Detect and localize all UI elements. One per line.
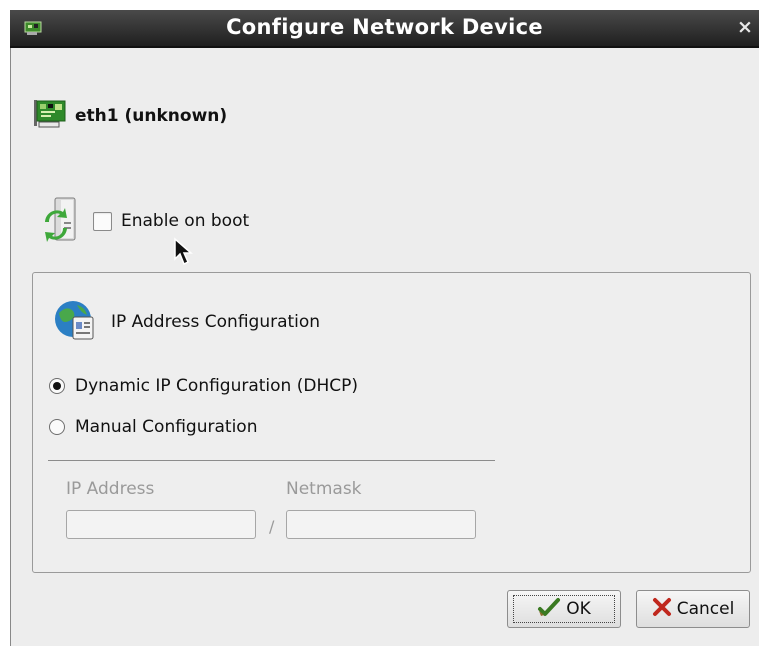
ip-address-input[interactable] [66,510,256,539]
dhcp-option[interactable]: Dynamic IP Configuration (DHCP) [49,376,358,396]
manual-option[interactable]: Manual Configuration [49,417,257,437]
dhcp-radio[interactable] [49,378,65,394]
mouse-pointer-icon [173,237,195,271]
window-title: Configure Network Device [226,15,543,39]
dialog-body: eth1 (unknown) Enable on boot IP Address… [10,48,759,646]
divider [48,460,495,461]
ok-button[interactable]: OK [507,590,621,628]
ok-focus-ring: OK [513,595,615,623]
device-label: eth1 (unknown) [75,106,228,126]
ip-address-label: IP Address [66,479,155,499]
ip-config-frame: IP Address Configuration Dynamic IP Conf… [32,272,751,573]
cross-icon [652,597,672,622]
cancel-label: Cancel [676,599,735,619]
check-icon [537,597,561,622]
network-card-icon [33,97,67,135]
dhcp-label[interactable]: Dynamic IP Configuration (DHCP) [75,376,358,396]
ip-config-title: IP Address Configuration [111,312,321,332]
separator-slash: / [269,517,275,536]
netmask-input[interactable] [286,510,476,539]
ip-config-header: IP Address Configuration [51,297,320,347]
title-bar[interactable]: Configure Network Device × [10,10,759,48]
enable-on-boot-label[interactable]: Enable on boot [121,211,249,231]
enable-on-boot-row[interactable]: Enable on boot [41,194,249,248]
device-header: eth1 (unknown) [33,96,227,136]
server-refresh-icon [41,194,81,248]
netmask-label: Netmask [286,479,362,499]
enable-on-boot-checkbox[interactable] [93,211,112,231]
ok-label: OK [566,599,591,619]
manual-radio[interactable] [49,419,65,435]
globe-id-card-icon [51,297,97,347]
cancel-button[interactable]: Cancel [636,590,750,628]
manual-label[interactable]: Manual Configuration [75,417,257,437]
close-icon[interactable]: × [735,16,755,38]
